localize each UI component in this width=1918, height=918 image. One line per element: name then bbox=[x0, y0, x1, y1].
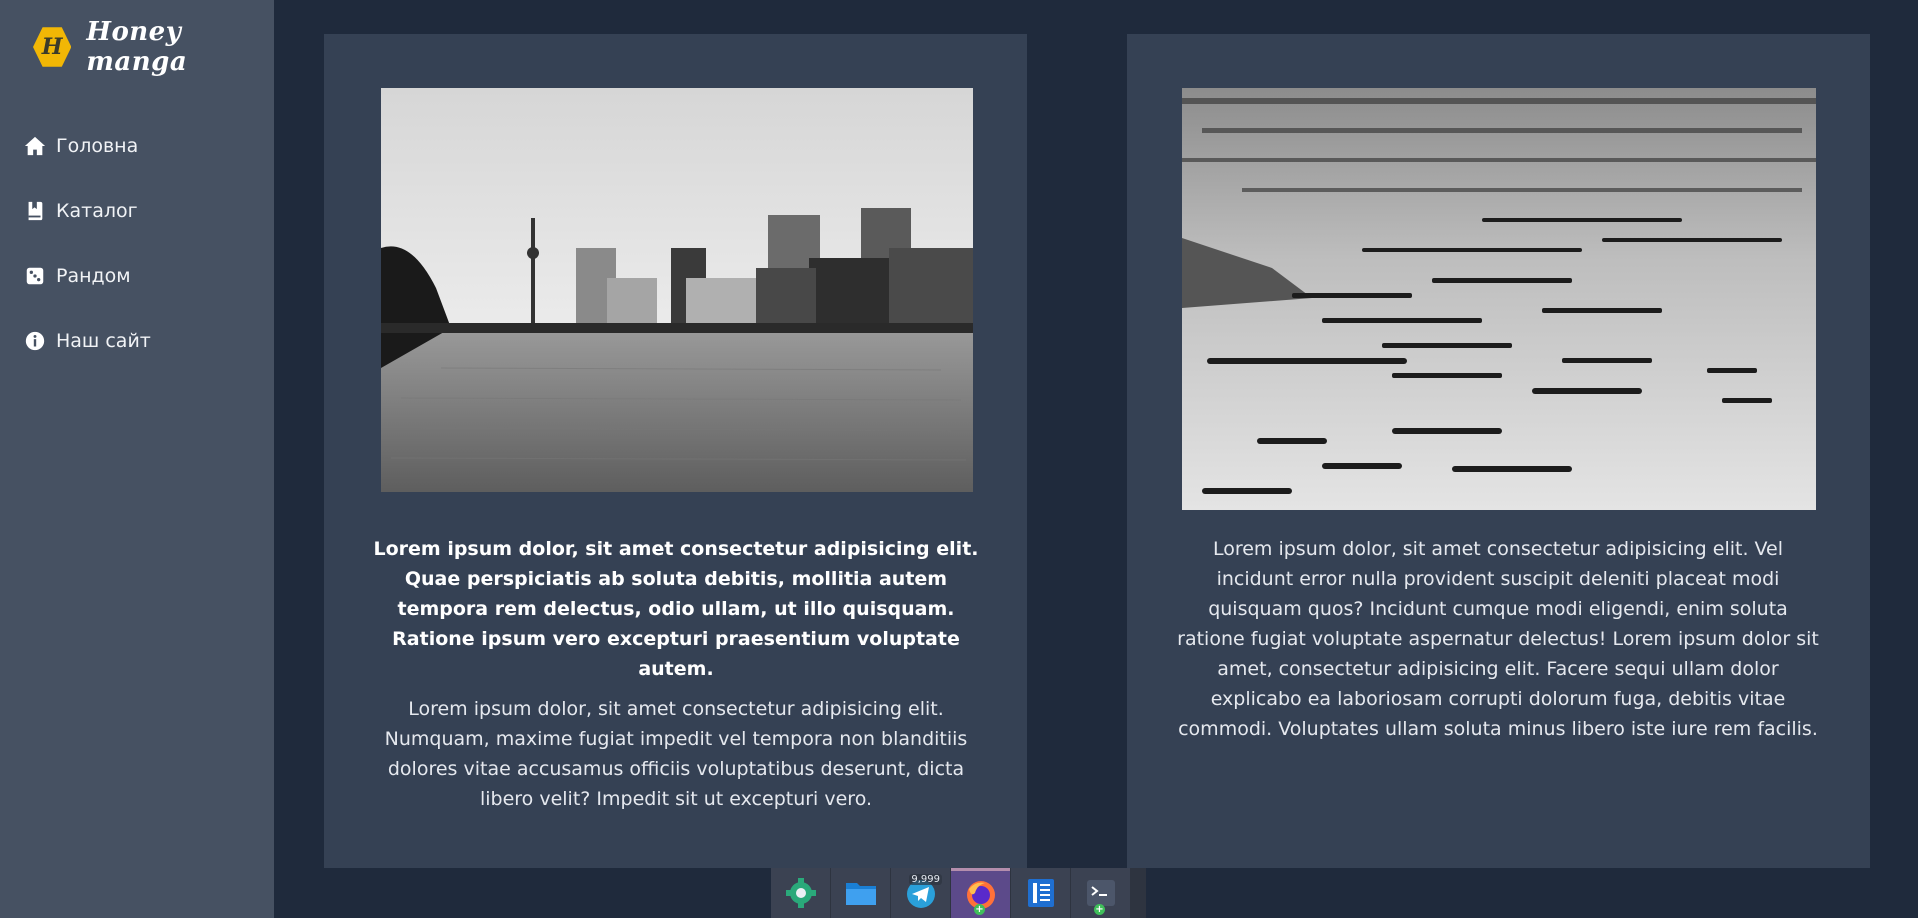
running-indicator-icon: + bbox=[974, 904, 985, 915]
taskbar-telegram[interactable]: 9,999 bbox=[891, 868, 950, 918]
folder-icon bbox=[845, 883, 876, 905]
taskbar-terminal[interactable]: + bbox=[1071, 868, 1130, 918]
card-text: Lorem ipsum dolor, sit amet consectetur … bbox=[384, 698, 968, 810]
brand-logo[interactable]: H Honey manga bbox=[33, 17, 274, 77]
city-river-photo bbox=[381, 88, 973, 492]
dice-icon bbox=[26, 267, 44, 284]
card-bold-text: Lorem ipsum dolor, sit amet consectetur … bbox=[373, 538, 979, 680]
sidebar-item-random[interactable]: Рандом bbox=[24, 243, 151, 308]
sidebar-item-label: Рандом bbox=[56, 264, 131, 287]
info-icon bbox=[25, 331, 45, 350]
sidebar-item-catalog[interactable]: Каталог bbox=[24, 178, 151, 243]
taskbar-text-editor[interactable] bbox=[1011, 868, 1070, 918]
book-icon bbox=[28, 201, 43, 220]
sidebar-item-home[interactable]: Головна bbox=[24, 113, 151, 178]
content-card: Lorem ipsum dolor, sit amet consectetur … bbox=[324, 34, 1027, 868]
sidebar-item-label: Наш сайт bbox=[56, 329, 151, 352]
taskbar-settings[interactable] bbox=[771, 868, 830, 918]
boats-photo bbox=[1182, 88, 1816, 510]
text-editor-icon bbox=[1027, 879, 1054, 907]
running-indicator-icon: + bbox=[1094, 904, 1105, 915]
sidebar-item-label: Каталог bbox=[56, 199, 138, 222]
sidebar: H Honey manga Головна Каталог Рандом Наш… bbox=[0, 0, 274, 918]
taskbar-files[interactable] bbox=[831, 868, 890, 918]
card-text: Lorem ipsum dolor, sit amet consectetur … bbox=[1177, 538, 1819, 740]
settings-gear-icon bbox=[785, 878, 816, 908]
notification-badge: 9,999 bbox=[909, 874, 942, 885]
content-card: Lorem ipsum dolor, sit amet consectetur … bbox=[1127, 34, 1870, 868]
logo-hexagon-icon: H bbox=[33, 27, 72, 67]
taskbar-firefox[interactable]: + bbox=[951, 868, 1010, 918]
brand-name: Honey manga bbox=[86, 17, 188, 77]
sidebar-nav: Головна Каталог Рандом Наш сайт bbox=[24, 113, 151, 373]
taskbar: 9,999 + + bbox=[771, 868, 1146, 918]
sidebar-item-our-site[interactable]: Наш сайт bbox=[24, 308, 151, 373]
sidebar-item-label: Головна bbox=[56, 134, 139, 157]
home-icon bbox=[24, 136, 46, 155]
